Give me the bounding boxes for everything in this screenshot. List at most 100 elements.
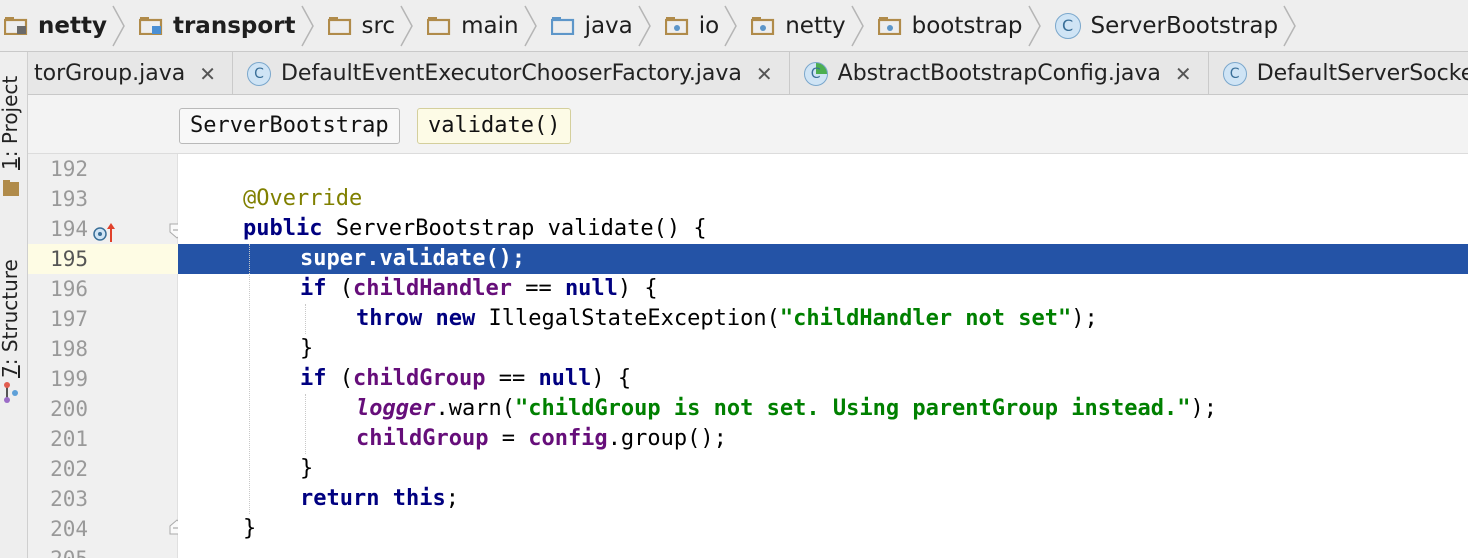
module-folder-icon xyxy=(138,17,163,35)
editor-tab-bar: torGroup.java ✕ C DefaultEventExecutorChoos… xyxy=(28,52,1468,95)
close-tab-icon[interactable]: ✕ xyxy=(1175,62,1192,86)
breadcrumb-item[interactable]: netty xyxy=(0,0,129,51)
structure-tool-window-button[interactable]: 7: Structure xyxy=(0,259,22,378)
code-line-203: return this; xyxy=(300,484,459,514)
line-number: 194 xyxy=(50,217,88,241)
breadcrumb-item[interactable]: io xyxy=(655,0,741,51)
breadcrumb-item[interactable]: bootstrap xyxy=(868,0,1045,51)
code-line-195: super.validate(); xyxy=(300,244,525,274)
project-tool-label: : Project xyxy=(0,75,22,158)
editor-tab[interactable]: C DefaultEventExecutorChooserFactory.java… xyxy=(233,52,790,94)
nav-class-button[interactable]: ServerBootstrap xyxy=(179,108,400,144)
keyword: null xyxy=(538,366,592,391)
line-number: 202 xyxy=(50,457,88,481)
code-line-202: } xyxy=(300,454,313,484)
tool-window-strip: 1: Project 7: Structure xyxy=(0,52,28,558)
field: childHandler xyxy=(353,276,512,301)
code-line-197: throw new IllegalStateException("childHa… xyxy=(356,304,1098,334)
annotation: @Override xyxy=(243,186,363,211)
breadcrumb-label: transport xyxy=(172,12,296,39)
code-text: ); xyxy=(1071,306,1098,331)
indent-guide xyxy=(305,394,306,454)
close-tab-icon[interactable]: ✕ xyxy=(199,62,216,86)
tab-label: torGroup.java xyxy=(34,61,186,86)
breadcrumb-item[interactable]: transport xyxy=(129,0,318,51)
folder-icon xyxy=(327,17,351,35)
breadcrumb-label: ServerBootstrap xyxy=(1090,12,1279,39)
code-text: IllegalStateException( xyxy=(475,306,780,331)
static-field: logger xyxy=(356,396,436,421)
code-text: ; xyxy=(445,486,459,511)
keyword: new xyxy=(435,306,476,331)
editor-gutter[interactable]: 192 193 194 195 196 197 198 199 200 201 202 203 204 2… xyxy=(28,154,185,558)
code-line-198: } xyxy=(300,334,313,364)
string-literal: "childGroup is not set. Using parentGrou… xyxy=(514,396,1191,421)
breadcrumb-item[interactable]: main xyxy=(417,0,540,51)
project-tool-window-button[interactable]: 1: Project xyxy=(0,76,22,170)
breadcrumb-item[interactable]: netty xyxy=(741,0,867,51)
breadcrumb-separator-icon xyxy=(400,5,413,46)
code-text: ( xyxy=(326,366,353,391)
breadcrumb-label: main xyxy=(461,12,519,39)
keyword: throw xyxy=(356,306,423,331)
source-root-icon xyxy=(550,17,574,35)
keyword: public xyxy=(243,216,323,241)
overrides-method-icon[interactable] xyxy=(92,220,118,246)
line-number: 204 xyxy=(50,517,88,541)
line-number: 195 xyxy=(50,247,88,271)
breadcrumb-item[interactable]: C ServerBootstrap xyxy=(1045,0,1301,51)
code-text: } xyxy=(300,336,314,361)
nav-method-button[interactable]: validate() xyxy=(417,108,572,144)
line-number: 205 xyxy=(36,544,88,558)
editor-tab[interactable]: torGroup.java ✕ xyxy=(28,52,233,94)
editor-tab[interactable]: C AbstractBootstrapConfig.java ✕ xyxy=(790,52,1209,94)
abstract-class-icon: C xyxy=(803,61,828,86)
navigation-bar: ServerBootstrap validate() xyxy=(28,95,1468,154)
breadcrumb-separator-icon xyxy=(724,5,738,46)
code-text: .group(); xyxy=(607,426,727,451)
keyword: super xyxy=(300,246,367,271)
code-text: == xyxy=(511,276,565,301)
package-icon xyxy=(751,17,775,35)
code-text: } xyxy=(243,516,257,541)
code-text: ); xyxy=(1190,396,1217,421)
string-literal: "childHandler not set" xyxy=(779,306,1072,331)
code-editor[interactable]: @Override public ServerBootstrap validat… xyxy=(178,154,1468,558)
breadcrumb-label: java xyxy=(584,12,633,39)
indent-guide xyxy=(249,244,250,514)
breadcrumb-item[interactable]: src xyxy=(318,0,418,51)
close-tab-icon[interactable]: ✕ xyxy=(756,62,773,86)
breadcrumb-separator-icon xyxy=(112,5,125,46)
breadcrumb-label: netty xyxy=(38,12,107,39)
breadcrumb-item[interactable]: java xyxy=(541,0,655,51)
breadcrumb-label: src xyxy=(361,12,396,39)
line-number: 193 xyxy=(50,187,88,211)
code-line-200: logger.warn("childGroup is not set. Usin… xyxy=(356,394,1217,424)
field: childGroup xyxy=(356,426,489,451)
code-text: == xyxy=(485,366,539,391)
code-line-201: childGroup = config.group(); xyxy=(356,424,727,454)
breadcrumb-separator-icon xyxy=(1027,5,1041,46)
tab-label: DefaultEventExecutorChooserFactory.java xyxy=(280,61,742,86)
line-number: 192 xyxy=(50,157,88,181)
editor-tab[interactable]: C DefaultServerSocketC xyxy=(1209,52,1468,94)
structure-tool-label: : Structure xyxy=(0,259,22,366)
breadcrumb-separator-icon xyxy=(1283,5,1296,46)
field: config xyxy=(528,426,608,451)
code-text: .validate(); xyxy=(366,246,526,271)
package-icon xyxy=(664,17,688,35)
line-number: 197 xyxy=(50,307,88,331)
breadcrumb-separator-icon xyxy=(300,5,314,46)
folder-icon xyxy=(427,17,451,35)
breadcrumb-separator-icon xyxy=(638,5,651,46)
project-folder-icon xyxy=(3,180,19,196)
tab-label: AbstractBootstrapConfig.java xyxy=(837,61,1161,86)
breadcrumb-label: netty xyxy=(785,12,846,39)
code-text: } xyxy=(300,456,314,481)
code-line-199: if (childGroup == null) { xyxy=(300,364,631,394)
code-text: ) { xyxy=(591,366,632,391)
breadcrumb: netty transport src main java io netty bootstra… xyxy=(0,0,1468,52)
keyword: return xyxy=(300,486,380,511)
